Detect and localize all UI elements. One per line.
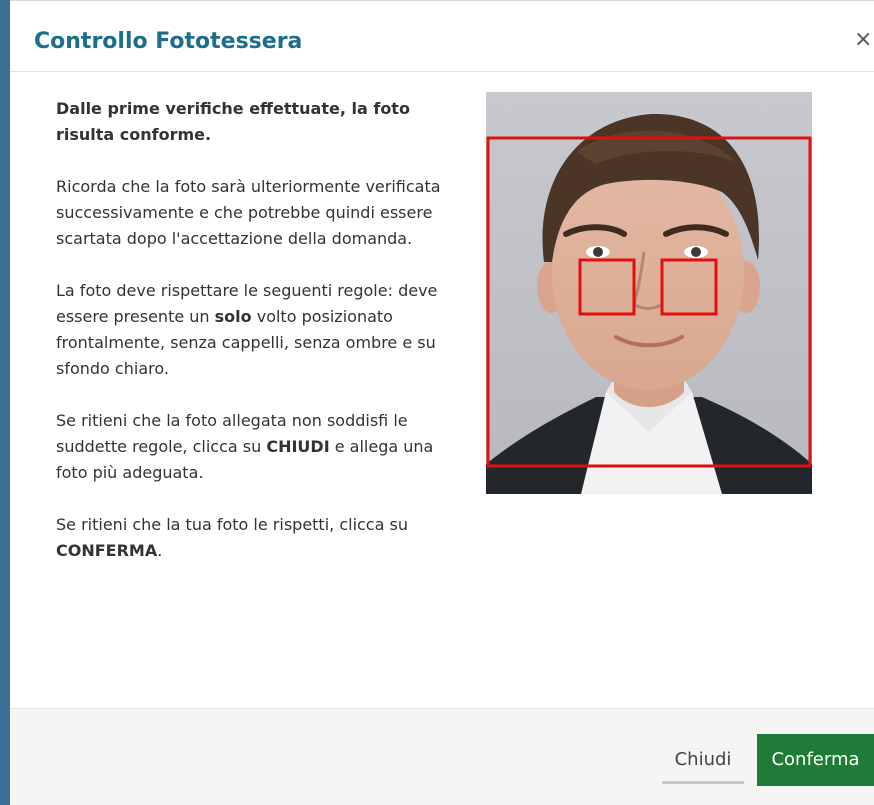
- result-message: Dalle prime verifiche effettuate, la fot…: [56, 99, 410, 144]
- dialog-body-text: Dalle prime verifiche effettuate, la fot…: [56, 96, 451, 590]
- verification-note: Ricorda che la foto sarà ulteriormente v…: [56, 177, 441, 248]
- close-instruction-bold: CHIUDI: [266, 437, 330, 456]
- id-photo: [486, 92, 812, 494]
- dialog-header: Controllo Fototessera ×: [10, 0, 874, 72]
- dialog-footer: Chiudi Conferma: [10, 708, 874, 805]
- confirm-instruction-text-1: Se ritieni che la tua foto le rispetti, …: [56, 515, 408, 534]
- close-icon[interactable]: ×: [854, 25, 874, 55]
- id-photo-image: [486, 92, 812, 494]
- close-button[interactable]: Chiudi: [662, 740, 744, 784]
- close-instruction: Se ritieni che la foto allegata non sodd…: [56, 408, 451, 486]
- photo-check-dialog: Controllo Fototessera × Dalle prime veri…: [0, 0, 874, 805]
- dialog-title: Controllo Fototessera: [34, 29, 303, 54]
- photo-rules-bold: solo: [214, 307, 252, 326]
- dialog-left-accent: [0, 0, 10, 805]
- confirm-instruction-text-2: .: [157, 541, 163, 560]
- confirm-button[interactable]: Conferma: [757, 734, 874, 786]
- photo-rules: La foto deve rispettare le seguenti rego…: [56, 278, 451, 382]
- confirm-instruction-bold: CONFERMA: [56, 541, 158, 560]
- confirm-instruction: Se ritieni che la tua foto le rispetti, …: [56, 512, 451, 564]
